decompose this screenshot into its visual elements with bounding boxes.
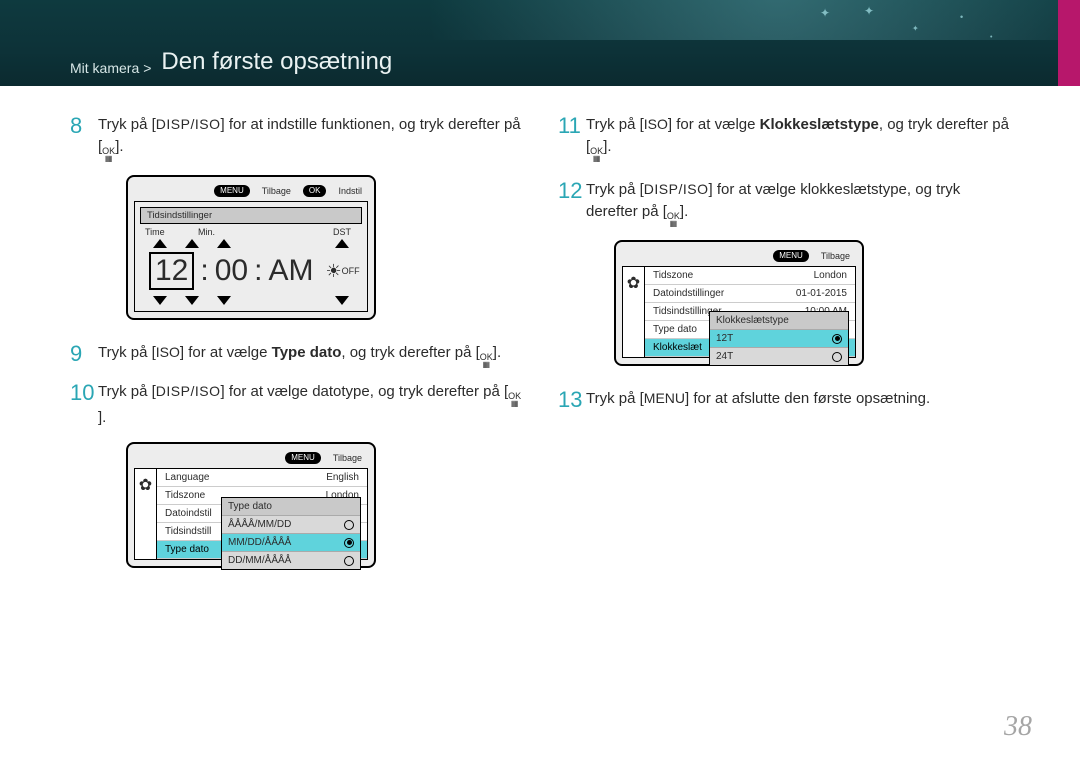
dst-icon: ☀OFF bbox=[325, 261, 359, 282]
radio-icon bbox=[344, 556, 354, 566]
arrow-up-icon[interactable] bbox=[217, 239, 231, 248]
page-number: 38 bbox=[1004, 711, 1032, 743]
page-title: Den første opsætning bbox=[161, 48, 392, 76]
popup-option[interactable]: DD/MM/ÅÅÅÅ bbox=[222, 551, 360, 569]
step-8: 8 Tryk på [DISP/ISO] for at indstille fu… bbox=[70, 114, 522, 161]
arrow-up-icon[interactable] bbox=[335, 239, 349, 248]
gear-icon: ✿ bbox=[623, 267, 645, 357]
side-tab bbox=[1058, 0, 1080, 86]
ok-icon: OK▦ bbox=[508, 392, 521, 407]
dispiso-label: DISP/ISO bbox=[156, 383, 221, 399]
ok-pill: OK bbox=[303, 185, 327, 197]
time-title: Tidsindstillinger bbox=[140, 207, 362, 224]
arrow-up-icon[interactable] bbox=[185, 239, 199, 248]
popup-option[interactable]: ÅÅÅÅ/MM/DD bbox=[222, 515, 360, 533]
popup-option[interactable]: 12T bbox=[710, 329, 848, 347]
list-item[interactable]: TidszoneLondon bbox=[645, 267, 855, 285]
content: 8 Tryk på [DISP/ISO] for at indstille fu… bbox=[0, 86, 1080, 590]
step-9: 9 Tryk på [ISO] for at vælge Type dato, … bbox=[70, 342, 522, 367]
step-10: 10 Tryk på [DISP/ISO] for at vælge datot… bbox=[70, 381, 522, 428]
radio-icon bbox=[832, 352, 842, 362]
screenshot-klokke: MENUTilbage ✿ TidszoneLondon Datoindstil… bbox=[614, 240, 1010, 366]
gear-icon: ✿ bbox=[135, 469, 157, 559]
popup-klokke: Klokkeslætstype 12T 24T bbox=[709, 311, 849, 366]
step-13: 13 Tryk på [MENU] for at afslutte den fø… bbox=[558, 388, 1010, 410]
left-column: 8 Tryk på [DISP/ISO] for at indstille fu… bbox=[70, 114, 522, 590]
screenshot-time: MENUTilbage OKIndstil Tidsindstillinger … bbox=[126, 175, 522, 320]
menu-pill: MENU bbox=[214, 185, 250, 197]
iso-label: ISO bbox=[644, 116, 668, 132]
ok-icon: OK▦ bbox=[667, 212, 680, 227]
breadcrumb: Mit kamera> bbox=[70, 60, 155, 76]
list-item[interactable]: Datoindstillinger01-01-2015 bbox=[645, 285, 855, 303]
ok-icon: OK▦ bbox=[590, 147, 603, 162]
radio-icon bbox=[344, 520, 354, 530]
menu-label: MENU bbox=[644, 390, 685, 406]
ok-icon: OK▦ bbox=[102, 147, 115, 162]
iso-label: ISO bbox=[156, 344, 180, 360]
menu-pill: MENU bbox=[773, 250, 809, 262]
ok-icon: OK▦ bbox=[480, 353, 493, 368]
list-item[interactable]: LanguageEnglish bbox=[157, 469, 367, 487]
radio-icon bbox=[344, 538, 354, 548]
popup-typedato: Type dato ÅÅÅÅ/MM/DD MM/DD/ÅÅÅÅ DD/MM/ÅÅ… bbox=[221, 497, 361, 570]
arrow-down-icon[interactable] bbox=[153, 296, 167, 305]
menu-pill: MENU bbox=[285, 452, 321, 464]
page-header: ✦✦ ✦• • Mit kamera> Den første opsætning bbox=[0, 0, 1080, 86]
dispiso-label: DISP/ISO bbox=[644, 181, 709, 197]
dispiso-label: DISP/ISO bbox=[156, 116, 221, 132]
step-11: 11 Tryk på [ISO] for at vælge Klokkeslæt… bbox=[558, 114, 1010, 161]
minute-value: 00 bbox=[215, 254, 248, 288]
right-column: 11 Tryk på [ISO] for at vælge Klokkeslæt… bbox=[558, 114, 1010, 590]
screenshot-typedato: MENUTilbage ✿ LanguageEnglish TidszoneLo… bbox=[126, 442, 522, 568]
arrow-down-icon[interactable] bbox=[335, 296, 349, 305]
ampm-value: AM bbox=[268, 254, 313, 288]
popup-option[interactable]: 24T bbox=[710, 347, 848, 365]
popup-option[interactable]: MM/DD/ÅÅÅÅ bbox=[222, 533, 360, 551]
arrow-up-icon[interactable] bbox=[153, 239, 167, 248]
arrow-down-icon[interactable] bbox=[217, 296, 231, 305]
arrow-down-icon[interactable] bbox=[185, 296, 199, 305]
hour-value[interactable]: 12 bbox=[149, 252, 194, 290]
step-12: 12 Tryk på [DISP/ISO] for at vælge klokk… bbox=[558, 179, 1010, 226]
radio-icon bbox=[832, 334, 842, 344]
